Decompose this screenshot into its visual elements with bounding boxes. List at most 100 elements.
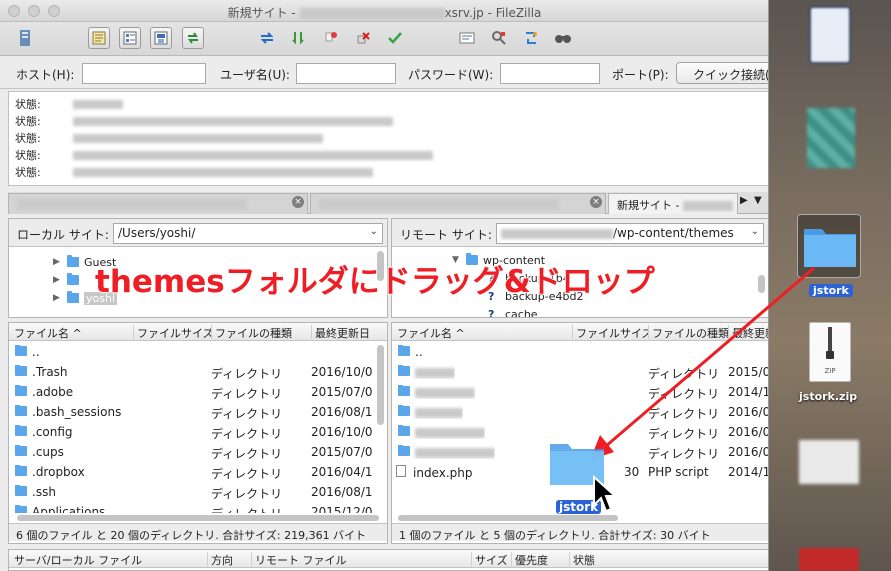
tab-title-redacted xyxy=(682,201,733,211)
local-col-name[interactable]: ファイル名 ^ xyxy=(11,325,133,339)
file-name: Applications xyxy=(32,505,106,513)
disconnect-icon[interactable] xyxy=(352,27,374,49)
table-row[interactable]: .Trash ディレクトリ 2016/10/0 xyxy=(9,363,387,383)
queue-col-status[interactable]: 状態 xyxy=(569,552,768,566)
log-row: 状態: xyxy=(15,147,433,163)
table-row[interactable]: .. xyxy=(9,343,387,363)
message-log[interactable]: 状態: 状態: 状態: 状態: 状態: xyxy=(8,91,768,186)
tab-list-icon[interactable]: ▼ xyxy=(754,195,762,206)
local-status-bar: 6 個のファイル と 20 個のディレクトリ. 合計サイズ: 219,361 バ… xyxy=(9,523,387,541)
site-manager-icon[interactable] xyxy=(14,27,36,49)
quickconnect-bar: ホスト(H): ユーザ名(U): パスワード(W): ポート(P): クイック接… xyxy=(0,57,768,89)
message-log-icon[interactable] xyxy=(88,27,110,49)
close-tab-icon[interactable]: × xyxy=(292,196,304,208)
tab-connection-1[interactable] xyxy=(8,193,308,214)
table-row[interactable]: .. xyxy=(392,343,768,363)
file-modified: 2016/08/1 xyxy=(311,405,373,419)
remote-list-hscrollbar[interactable] xyxy=(398,515,618,521)
table-row[interactable]: .adobe ディレクトリ 2015/07/0 xyxy=(9,383,387,403)
queue-col-size[interactable]: サイズ xyxy=(471,552,511,566)
table-row[interactable]: ディレクトリ 2015/0 xyxy=(392,363,768,383)
local-path-input[interactable]: /Users/yoshi/ ⌄ xyxy=(113,223,383,244)
local-col-modified[interactable]: 最終更新日 xyxy=(311,325,387,339)
host-input[interactable] xyxy=(82,63,206,84)
title-bar[interactable]: 新規サイト - xsrv.jp - FileZilla xyxy=(0,0,768,22)
close-tab-icon[interactable]: × xyxy=(590,196,602,208)
remote-tree-scrollbar[interactable] xyxy=(758,275,765,293)
local-list-header: ファイル名 ^ ファイルサイズ ファイルの種類 最終更新日 xyxy=(9,323,387,341)
remote-col-type[interactable]: ファイルの種類 xyxy=(648,325,728,339)
queue-col-remote[interactable]: リモート ファイル xyxy=(251,552,471,566)
local-list-vscrollbar[interactable] xyxy=(377,345,384,425)
log-message-redacted xyxy=(73,150,433,160)
log-message-redacted xyxy=(73,133,323,143)
remote-path-redacted xyxy=(501,228,613,239)
local-col-size[interactable]: ファイルサイズ xyxy=(133,325,211,339)
file-name: .ssh xyxy=(32,485,56,499)
tab-connection-3[interactable]: 新規サイト - xyxy=(608,193,738,214)
file-modified: 2016/0 xyxy=(728,445,769,459)
file-name-redacted xyxy=(415,427,485,438)
table-row[interactable]: ディレクトリ 2014/1 xyxy=(392,383,768,403)
expand-icon[interactable]: ▶ xyxy=(53,293,67,303)
desktop-blurred-icon-4[interactable] xyxy=(799,548,859,571)
table-row[interactable]: .cups ディレクトリ 2015/07/0 xyxy=(9,443,387,463)
file-modified: 2014/1 xyxy=(728,465,769,479)
directory-tree-icon[interactable] xyxy=(119,27,141,49)
table-row[interactable]: .ssh ディレクトリ 2016/08/1 xyxy=(9,483,387,503)
reconnect-icon[interactable] xyxy=(384,27,406,49)
folder-icon xyxy=(15,445,27,456)
process-queue-icon[interactable] xyxy=(288,27,310,49)
refresh-icon[interactable] xyxy=(256,27,278,49)
expand-icon[interactable]: ▶ xyxy=(53,275,67,285)
filter-icon[interactable] xyxy=(456,27,478,49)
table-row[interactable]: ディレクトリ 2016/0 xyxy=(392,403,768,423)
file-name: .adobe xyxy=(32,385,74,399)
local-list-hscrollbar[interactable] xyxy=(17,515,379,521)
file-type: ディレクトリ xyxy=(211,447,283,461)
expand-icon[interactable]: ▶ xyxy=(53,257,67,267)
table-row[interactable]: Applications ディレクトリ 2015/12/0 xyxy=(9,503,387,513)
table-row[interactable]: .bash_sessions ディレクトリ 2016/08/1 xyxy=(9,403,387,423)
local-col-type[interactable]: ファイルの種類 xyxy=(211,325,311,339)
log-row: 状態: xyxy=(15,96,123,112)
chevron-down-icon[interactable]: ⌄ xyxy=(370,226,378,237)
folder-icon xyxy=(15,405,27,416)
table-row[interactable]: .config ディレクトリ 2016/10/0 xyxy=(9,423,387,443)
folder-icon xyxy=(67,273,79,285)
remote-path-input[interactable]: /wp-content/themes ⌄ xyxy=(496,223,764,244)
folder-icon xyxy=(398,445,410,456)
log-label: 状態: xyxy=(15,166,41,179)
log-message-redacted xyxy=(73,99,123,109)
tab-scroll-right-icon[interactable]: ▶ xyxy=(740,195,748,206)
table-row[interactable]: .dropbox ディレクトリ 2016/04/1 xyxy=(9,463,387,483)
queue-col-priority[interactable]: 優先度 xyxy=(511,552,569,566)
desktop-blurred-icon-2[interactable] xyxy=(807,108,855,168)
file-name: .config xyxy=(32,425,73,439)
sync-browse-icon[interactable] xyxy=(520,27,542,49)
quickconnect-button[interactable]: クイック接続(Q) xyxy=(676,62,768,84)
desktop-blurred-icon-3[interactable] xyxy=(799,440,859,484)
compare-icon[interactable] xyxy=(488,27,510,49)
instruction-annotation: themesフォルダにドラッグ&ドロップ xyxy=(94,263,655,300)
search-icon[interactable] xyxy=(552,27,574,49)
file-name: .. xyxy=(415,345,423,359)
remote-tree-item[interactable]: ? cache xyxy=(488,306,538,318)
tab-connection-2[interactable] xyxy=(310,193,606,214)
remote-tree-icon[interactable] xyxy=(150,27,172,49)
tree-item-label: cache xyxy=(505,307,538,318)
desktop-blurred-icon-1[interactable] xyxy=(809,6,851,64)
local-tree-item[interactable]: ▶ xyxy=(53,272,84,288)
remote-col-name[interactable]: ファイル名 ^ xyxy=(394,325,572,339)
chevron-down-icon[interactable]: ⌄ xyxy=(751,226,759,237)
desktop-jstork-folder[interactable] xyxy=(797,214,861,278)
password-input[interactable] xyxy=(500,63,600,84)
user-input[interactable] xyxy=(296,63,396,84)
cancel-icon[interactable] xyxy=(320,27,342,49)
desktop-zip-file[interactable]: ZIP xyxy=(809,322,851,382)
remote-col-size[interactable]: ファイルサイズ xyxy=(572,325,648,339)
transfer-queue-icon[interactable] xyxy=(182,27,204,49)
queue-col-direction[interactable]: 方向 xyxy=(207,552,251,566)
queue-col-local[interactable]: サーバ/ローカル ファイル xyxy=(11,552,207,566)
remote-col-modified[interactable]: 最終更新日 xyxy=(728,325,768,339)
